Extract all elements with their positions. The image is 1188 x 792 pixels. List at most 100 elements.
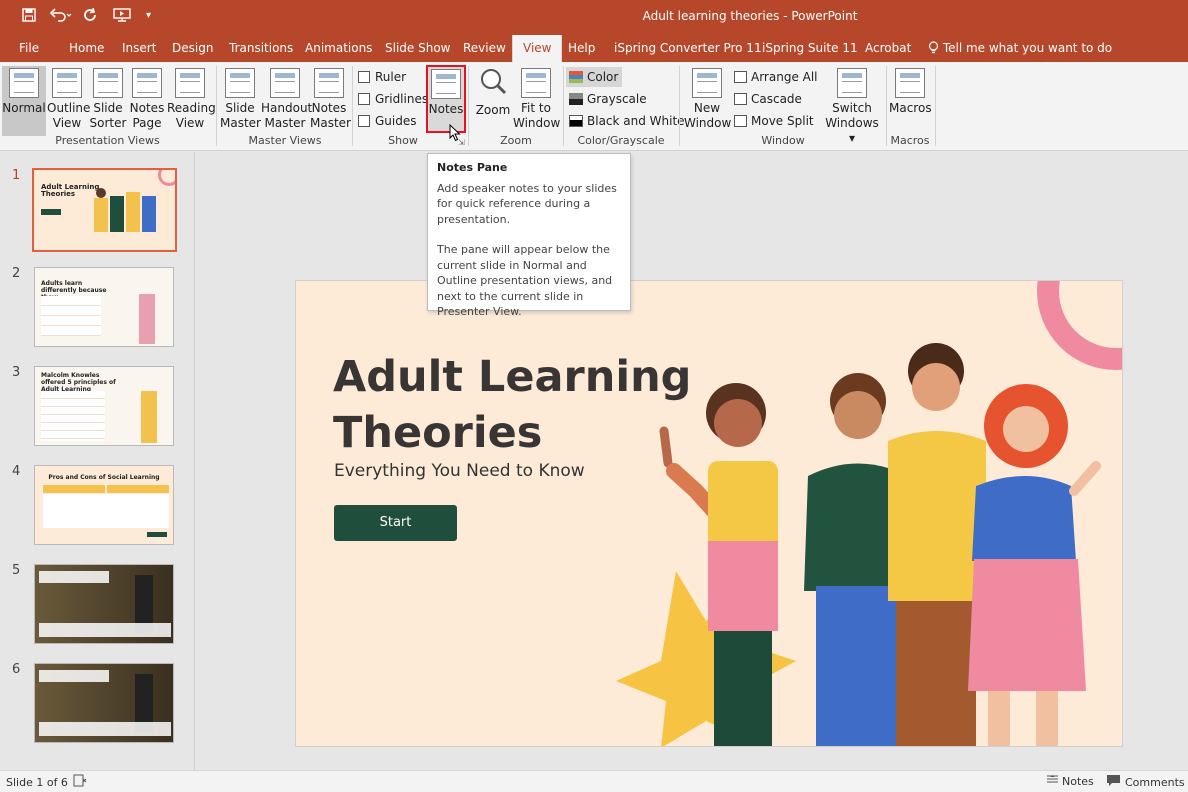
slide-thumbnail[interactable] (34, 564, 174, 644)
slide-thumbnail[interactable]: Malcolm Knowles offered 5 principles of … (34, 366, 174, 446)
grayscale-button[interactable]: Grayscale (566, 89, 651, 109)
group-label-color-grayscale: Color/Grayscale (577, 134, 665, 147)
slide-thumbnail[interactable] (34, 663, 174, 743)
title-bar: ▾ Adult learning theories - PowerPoint (0, 0, 1188, 32)
status-bar: Slide 1 of 6 Notes Comments (0, 770, 1188, 792)
tab-review[interactable]: Review (463, 41, 506, 55)
slide-thumbnail[interactable]: Pros and Cons of Social Learning (34, 465, 174, 545)
new-window-icon (692, 68, 722, 98)
window-title: Adult learning theories - PowerPoint (642, 9, 858, 23)
group-label-master-views: Master Views (248, 134, 322, 147)
tab-design[interactable]: Design (172, 41, 213, 55)
notes-pane-tooltip: Notes Pane Add speaker notes to your sli… (427, 153, 631, 318)
black-white-swatch-icon (569, 115, 583, 127)
comment-icon (1107, 775, 1120, 789)
group-divider (468, 66, 469, 146)
slide-thumbnail[interactable]: Adult Learning Theories (32, 168, 177, 252)
current-slide[interactable]: Adult Learning Theories Everything You N… (295, 280, 1123, 747)
cascade-button[interactable]: Cascade (734, 92, 802, 106)
switch-windows-icon (837, 68, 867, 98)
move-split-icon (734, 115, 747, 127)
grayscale-swatch-icon (569, 93, 583, 105)
handout-master-button[interactable]: Handout Master (261, 66, 312, 131)
slide-counter: Slide 1 of 6 (6, 776, 68, 789)
normal-view-icon (9, 68, 39, 98)
group-label-show: Show (388, 134, 418, 147)
slide-number: 4 (12, 464, 21, 479)
people-illustration (616, 281, 1122, 746)
checkbox-icon (358, 71, 370, 83)
outline-view-button[interactable]: Outline View (47, 66, 90, 131)
ribbon: Normal Outline View Slide Sorter Notes P… (0, 62, 1188, 151)
slide-sorter-button[interactable]: Slide Sorter (89, 66, 127, 131)
ribbon-tabs: File Home Insert Design Transitions Anim… (0, 32, 1188, 62)
notes-button[interactable]: Notes (426, 65, 466, 133)
guides-checkbox[interactable]: Guides (358, 114, 417, 128)
ruler-checkbox[interactable]: Ruler (358, 70, 406, 84)
new-window-button[interactable]: New Window (684, 66, 731, 131)
tab-insert[interactable]: Insert (122, 41, 156, 55)
slide-thumbnail-pane: 1 Adult Learning Theories 2 Adults learn… (0, 152, 195, 770)
color-button[interactable]: Color (566, 67, 623, 87)
macros-button[interactable]: Macros (889, 66, 932, 116)
arrange-all-icon (734, 71, 747, 83)
reading-view-icon (175, 68, 205, 98)
group-label-presentation-views: Presentation Views (55, 134, 160, 147)
slide-number: 5 (12, 563, 21, 578)
slide-editing-area: Adult Learning Theories Everything You N… (196, 152, 1188, 770)
tab-view[interactable]: View (512, 35, 563, 62)
slide-sorter-icon (93, 68, 123, 98)
tab-ispring-suite[interactable]: iSpring Suite 11 (762, 41, 858, 55)
gridlines-checkbox[interactable]: Gridlines (358, 92, 428, 106)
zoom-button[interactable]: Zoom (474, 66, 512, 118)
macros-icon (895, 68, 925, 98)
notes-page-icon (132, 68, 162, 98)
slide-thumbnail[interactable]: Adults learn differently because they: (34, 267, 174, 347)
fit-to-window-button[interactable]: Fit to Window (513, 66, 560, 131)
color-swatch-icon (569, 71, 583, 83)
group-divider (935, 66, 936, 146)
slide-master-icon (225, 68, 255, 98)
group-label-zoom: Zoom (500, 134, 532, 147)
tab-home[interactable]: Home (69, 41, 104, 55)
dialog-launcher-icon[interactable]: ⇲ (458, 138, 465, 147)
tooltip-description: Add speaker notes to your slides for qui… (437, 181, 617, 226)
tab-help[interactable]: Help (568, 41, 595, 55)
tab-file[interactable]: File (19, 41, 39, 55)
group-divider (352, 66, 353, 146)
tell-me-text: Tell me what you want to do (942, 41, 1113, 55)
checkbox-icon (358, 93, 370, 105)
accessibility-icon[interactable] (73, 774, 87, 790)
notes-toggle-button[interactable]: Notes (1047, 775, 1094, 788)
tab-animations[interactable]: Animations (305, 41, 372, 55)
tooltip-title: Notes Pane (437, 161, 508, 174)
normal-view-button[interactable]: Normal (2, 66, 46, 136)
group-divider (886, 66, 887, 146)
cascade-icon (734, 93, 747, 105)
tab-acrobat[interactable]: Acrobat (865, 41, 911, 55)
move-split-button[interactable]: Move Split (734, 114, 814, 128)
reading-view-button[interactable]: Reading View (167, 66, 216, 131)
tab-slide-show[interactable]: Slide Show (385, 41, 450, 55)
tab-ispring-converter[interactable]: iSpring Converter Pro 11 (614, 41, 762, 55)
slide-number: 2 (12, 266, 21, 281)
slide-number: 3 (12, 365, 21, 380)
arrange-all-button[interactable]: Arrange All (734, 70, 818, 84)
group-divider (679, 66, 680, 146)
handout-master-icon (270, 68, 300, 98)
notes-pane-icon (431, 69, 461, 99)
comments-button[interactable]: Comments (1107, 775, 1185, 789)
group-divider (216, 66, 217, 146)
magnifier-icon (478, 66, 508, 100)
group-label-window: Window (761, 134, 805, 147)
checkbox-icon (358, 115, 370, 127)
tooltip-detail: The pane will appear below the current s… (437, 243, 613, 318)
tab-transitions[interactable]: Transitions (229, 41, 293, 55)
tell-me-search[interactable]: Tell me what you want to do (928, 41, 1112, 55)
black-and-white-button[interactable]: Black and White (566, 111, 689, 131)
notes-page-button[interactable]: Notes Page (128, 66, 166, 131)
notes-master-button[interactable]: Notes Master (310, 66, 351, 131)
outline-view-icon (52, 68, 82, 98)
slide-master-button[interactable]: Slide Master (220, 66, 261, 131)
fit-to-window-icon (521, 68, 551, 98)
